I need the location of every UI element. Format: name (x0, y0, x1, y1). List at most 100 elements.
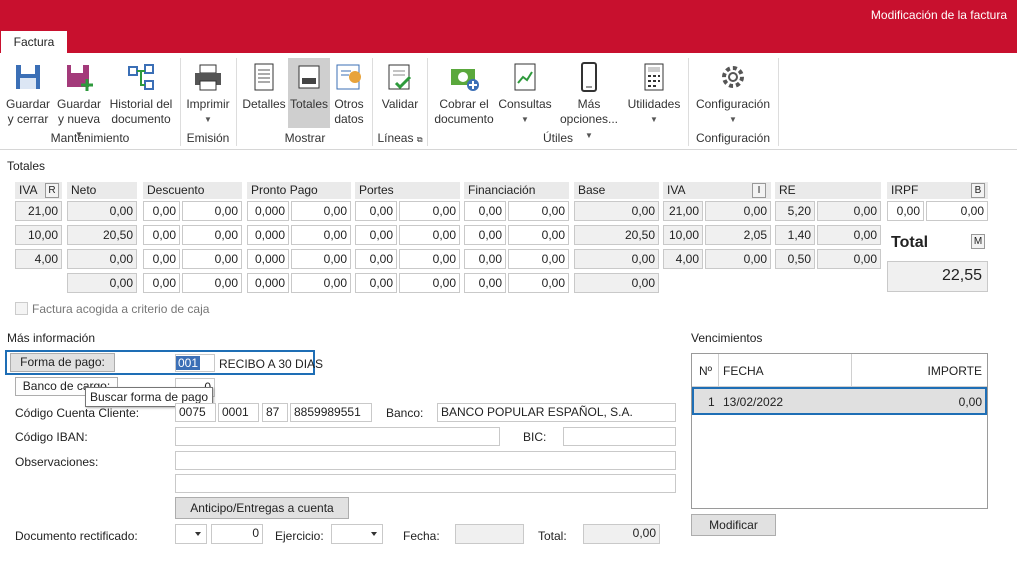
totales-title: Totales (7, 159, 46, 173)
header-financiacion: Financiación (464, 182, 569, 199)
configuracion-button[interactable]: Configuración ▼ (693, 58, 773, 128)
banco-label: Banco: (386, 406, 424, 420)
anticipo-button[interactable]: Anticipo/Entregas a cuenta (175, 497, 349, 519)
b-toggle-button[interactable]: B (971, 183, 985, 198)
cobrar-label: Cobrar el documento (434, 97, 494, 126)
separator (372, 58, 373, 146)
row-neto: 0,00 (67, 273, 137, 293)
iban-input[interactable] (175, 427, 500, 446)
total-label: Total (891, 234, 929, 251)
pronto-importe[interactable]: 0,00 (291, 249, 351, 269)
financiacion-input[interactable]: 0,00 (464, 201, 506, 221)
col-fecha: FECHA (723, 364, 764, 378)
modificar-button[interactable]: Modificar (691, 514, 776, 536)
financiacion-importe[interactable]: 0,00 (508, 225, 569, 245)
pronto-pct-input[interactable]: 0,000 (247, 249, 289, 269)
pronto-importe[interactable]: 0,00 (291, 201, 351, 221)
utilidades-button[interactable]: Utilidades ▼ (625, 58, 683, 128)
pronto-pct-input[interactable]: 0,000 (247, 201, 289, 221)
descuento-importe[interactable]: 0,00 (182, 225, 242, 245)
descuento-importe[interactable]: 0,00 (182, 201, 242, 221)
ccc-cuenta-input[interactable]: 8859989551 (290, 403, 372, 422)
doc-rectificado-select[interactable] (175, 524, 207, 544)
group-utiles: Útiles (542, 131, 573, 145)
irpf-pct-input[interactable]: 0,00 (887, 201, 924, 221)
doc-rectificado-label: Documento rectificado: (15, 529, 138, 543)
pronto-pct-input[interactable]: 0,000 (247, 273, 289, 293)
descuento-pct-input[interactable]: 0,00 (143, 273, 180, 293)
portes-input[interactable]: 0,00 (355, 225, 397, 245)
imprimir-button[interactable]: Imprimir ▼ (185, 58, 231, 128)
financiacion-importe[interactable]: 0,00 (508, 249, 569, 269)
row-re-cuota: 0,00 (817, 201, 881, 221)
historial-button[interactable]: Historial del documento (107, 58, 175, 128)
row-base: 0,00 (574, 201, 659, 221)
cobrar-button[interactable]: Cobrar el documento (433, 58, 495, 128)
descuento-pct-input[interactable]: 0,00 (143, 201, 180, 221)
descuento-pct-input[interactable]: 0,00 (143, 225, 180, 245)
ccc-label: Código Cuenta Cliente: (15, 406, 140, 420)
header-re: RE (775, 182, 881, 199)
row-iva-pct: 10,00 (663, 225, 703, 245)
financiacion-input[interactable]: 0,00 (464, 225, 506, 245)
ccc-entidad-input[interactable]: 0075 (175, 403, 216, 422)
validar-button[interactable]: Validar (378, 58, 422, 128)
descuento-importe[interactable]: 0,00 (182, 249, 242, 269)
row-iva-cuota: 0,00 (705, 201, 771, 221)
save-close-icon (16, 65, 40, 89)
printer-icon (195, 64, 221, 91)
ccc-oficina-input[interactable]: 0001 (218, 403, 259, 422)
portes-input[interactable]: 0,00 (355, 273, 397, 293)
irpf-importe[interactable]: 0,00 (926, 201, 988, 221)
total-value: 22,55 (887, 261, 988, 292)
pronto-importe[interactable]: 0,00 (291, 225, 351, 245)
descuento-importe[interactable]: 0,00 (182, 273, 242, 293)
totales-label: Totales (289, 97, 329, 111)
otros-datos-button[interactable]: Otros datos (332, 58, 366, 128)
bic-input[interactable] (563, 427, 676, 446)
portes-input[interactable]: 0,00 (355, 201, 397, 221)
r-toggle-button[interactable]: R (45, 183, 59, 198)
tab-factura[interactable]: Factura (1, 31, 67, 54)
row-fecha: 13/02/2022 (723, 395, 784, 409)
detalles-button[interactable]: Detalles (242, 58, 286, 128)
portes-input[interactable]: 0,00 (355, 249, 397, 269)
consultas-button[interactable]: Consultas ▼ (498, 58, 552, 128)
doc-rectificado-number[interactable]: 0 (211, 524, 263, 544)
table-row[interactable]: 1 13/02/2022 0,00 (692, 387, 987, 415)
observaciones-input-2[interactable] (175, 474, 676, 493)
forma-pago-button[interactable]: Forma de pago: (10, 353, 115, 372)
portes-importe[interactable]: 0,00 (399, 225, 460, 245)
portes-importe[interactable]: 0,00 (399, 201, 460, 221)
i-toggle-button[interactable]: I (752, 183, 766, 198)
guardar-nueva-button[interactable]: Guardar y nueva ▼ (56, 58, 102, 139)
ccc-dc-input[interactable]: 87 (262, 403, 288, 422)
row-iva: 10,00 (15, 225, 62, 245)
financiacion-input[interactable]: 0,00 (464, 249, 506, 269)
observaciones-input-1[interactable] (175, 451, 676, 470)
descuento-pct-input[interactable]: 0,00 (143, 249, 180, 269)
pronto-importe[interactable]: 0,00 (291, 273, 351, 293)
mas-informacion-title: Más información (7, 331, 96, 345)
separator (427, 58, 428, 146)
totales-button[interactable]: Totales (288, 58, 330, 128)
header-portes: Portes (355, 182, 460, 199)
guardar-cerrar-button[interactable]: Guardar y cerrar (5, 58, 51, 128)
gear-icon (722, 66, 744, 88)
caja-checkbox[interactable] (15, 302, 28, 315)
iban-label: Código IBAN: (15, 430, 88, 444)
financiacion-importe[interactable]: 0,00 (508, 273, 569, 293)
observaciones-label: Observaciones: (15, 455, 99, 469)
banco-input[interactable]: BANCO POPULAR ESPAÑOL, S.A. (437, 403, 676, 422)
historial-label: Historial del documento (109, 97, 173, 126)
mas-opciones-button[interactable]: Más opciones... ▼ (555, 58, 623, 140)
ejercicio-select[interactable] (331, 524, 383, 544)
forma-pago-code-input[interactable]: 001 (175, 354, 215, 372)
portes-importe[interactable]: 0,00 (399, 273, 460, 293)
m-toggle-button[interactable]: M (971, 234, 985, 249)
financiacion-input[interactable]: 0,00 (464, 273, 506, 293)
portes-importe[interactable]: 0,00 (399, 249, 460, 269)
financiacion-importe[interactable]: 0,00 (508, 201, 569, 221)
pronto-pct-input[interactable]: 0,000 (247, 225, 289, 245)
expand-icon[interactable]: ⧉ (417, 135, 423, 144)
